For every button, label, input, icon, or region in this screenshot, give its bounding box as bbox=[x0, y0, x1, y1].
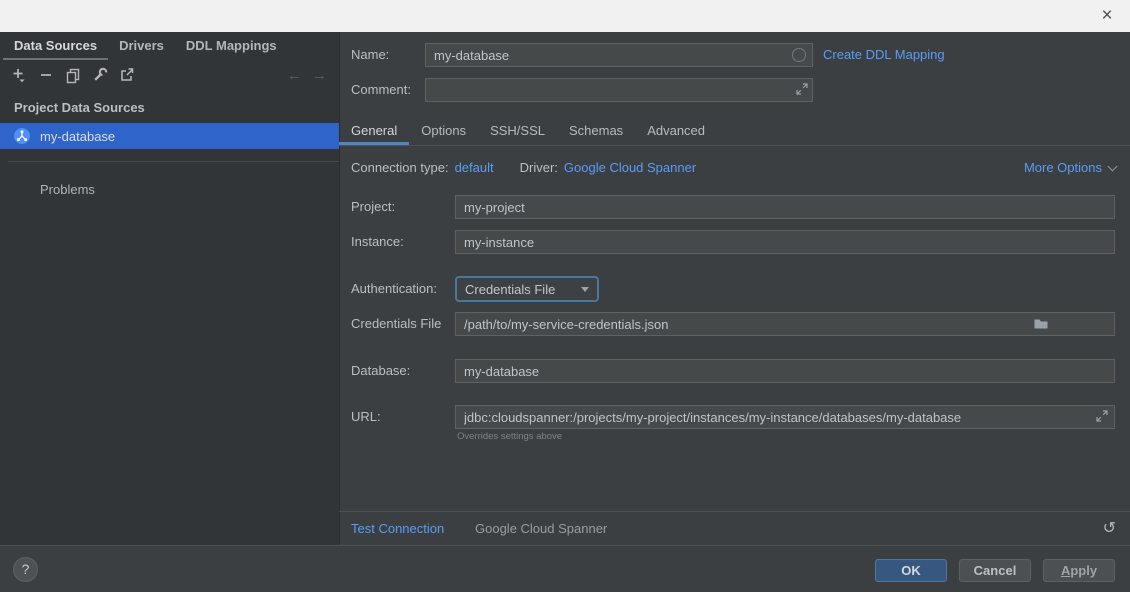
project-label: Project: bbox=[351, 195, 395, 219]
dropdown-arrow-icon bbox=[581, 287, 589, 292]
sidebar-divider bbox=[8, 161, 339, 162]
add-icon[interactable] bbox=[10, 66, 28, 84]
tab-drivers[interactable]: Drivers bbox=[108, 32, 175, 60]
problems-section[interactable]: Problems bbox=[40, 182, 95, 197]
tab-ddl-mappings[interactable]: DDL Mappings bbox=[175, 32, 288, 60]
comment-input[interactable] bbox=[425, 78, 813, 102]
instance-input[interactable] bbox=[455, 230, 1115, 254]
url-input[interactable] bbox=[455, 405, 1115, 429]
name-input[interactable] bbox=[425, 43, 813, 67]
data-sources-dialog: × Data Sources Drivers DDL Mappings bbox=[0, 0, 1130, 592]
datasource-item-label: my-database bbox=[40, 129, 115, 144]
tab-general[interactable]: General bbox=[339, 118, 409, 145]
dialog-footer: ? OK Cancel Apply bbox=[0, 545, 1130, 592]
comment-label: Comment: bbox=[351, 78, 411, 102]
test-connection-link[interactable]: Test Connection bbox=[351, 519, 444, 539]
test-driver-name: Google Cloud Spanner bbox=[475, 519, 607, 539]
tab-schemas[interactable]: Schemas bbox=[557, 118, 635, 145]
window-titlebar: × bbox=[0, 0, 1130, 32]
connection-type-label: Connection type: bbox=[351, 159, 449, 177]
panel-separator bbox=[339, 32, 340, 545]
sidebar-toolbar: ← → bbox=[0, 60, 339, 90]
credentials-file-label: Credentials File bbox=[351, 312, 441, 336]
url-label: URL: bbox=[351, 405, 381, 429]
datasource-item-my-database[interactable]: my-database bbox=[0, 123, 339, 149]
instance-label: Instance: bbox=[351, 230, 404, 254]
ok-button-label: OK bbox=[901, 563, 921, 578]
apply-button[interactable]: Apply bbox=[1043, 559, 1115, 582]
authentication-label: Authentication: bbox=[351, 277, 437, 301]
back-icon[interactable]: ← bbox=[287, 67, 302, 84]
driver-label: Driver: bbox=[520, 159, 558, 177]
revert-icon[interactable]: ↺ bbox=[1103, 518, 1116, 538]
chevron-down-icon bbox=[1108, 161, 1118, 171]
duplicate-icon[interactable] bbox=[64, 66, 82, 84]
project-input[interactable] bbox=[455, 195, 1115, 219]
spanner-db-icon bbox=[13, 127, 31, 145]
test-bar-separator bbox=[339, 511, 1130, 512]
settings-tabs: General Options SSH/SSL Schemas Advanced bbox=[339, 118, 1130, 145]
authentication-value: Credentials File bbox=[465, 282, 555, 297]
tab-ssh-ssl[interactable]: SSH/SSL bbox=[478, 118, 557, 145]
database-input[interactable] bbox=[455, 359, 1115, 383]
sidebar-tabs: Data Sources Drivers DDL Mappings bbox=[0, 32, 339, 60]
wrench-icon[interactable] bbox=[91, 66, 109, 84]
expand-icon[interactable] bbox=[796, 83, 808, 95]
tab-data-sources[interactable]: Data Sources bbox=[3, 32, 108, 60]
expand-icon[interactable] bbox=[1096, 410, 1108, 422]
help-icon[interactable]: ? bbox=[13, 557, 38, 582]
credentials-file-input[interactable] bbox=[455, 312, 1115, 336]
name-label: Name: bbox=[351, 43, 389, 67]
tabs-separator bbox=[339, 145, 1130, 146]
remove-icon[interactable] bbox=[37, 66, 55, 84]
driver-link[interactable]: Google Cloud Spanner bbox=[564, 159, 696, 177]
authentication-select[interactable]: Credentials File bbox=[455, 276, 599, 302]
database-label: Database: bbox=[351, 359, 410, 383]
name-refresh-circle-icon bbox=[792, 48, 806, 62]
more-options-label: More Options bbox=[1024, 159, 1102, 177]
connection-type-link[interactable]: default bbox=[455, 159, 494, 177]
history-nav: ← → bbox=[287, 67, 339, 84]
create-ddl-mapping-link[interactable]: Create DDL Mapping bbox=[823, 43, 945, 67]
apply-button-label: Apply bbox=[1061, 563, 1097, 578]
close-icon[interactable]: × bbox=[1094, 3, 1120, 29]
url-hint: Overrides settings above bbox=[457, 431, 562, 442]
connection-type-row: Connection type: default Driver: Google … bbox=[351, 159, 696, 177]
project-data-sources-header: Project Data Sources bbox=[14, 100, 145, 115]
tab-options[interactable]: Options bbox=[409, 118, 478, 145]
cancel-button-label: Cancel bbox=[974, 563, 1017, 578]
cancel-button[interactable]: Cancel bbox=[959, 559, 1031, 582]
ok-button[interactable]: OK bbox=[875, 559, 947, 582]
folder-icon[interactable] bbox=[1033, 316, 1049, 332]
more-options-link[interactable]: More Options bbox=[1024, 159, 1116, 177]
forward-icon[interactable]: → bbox=[312, 67, 327, 84]
sidebar: Data Sources Drivers DDL Mappings bbox=[0, 32, 339, 545]
open-in-window-icon[interactable] bbox=[118, 66, 136, 84]
tab-advanced[interactable]: Advanced bbox=[635, 118, 717, 145]
